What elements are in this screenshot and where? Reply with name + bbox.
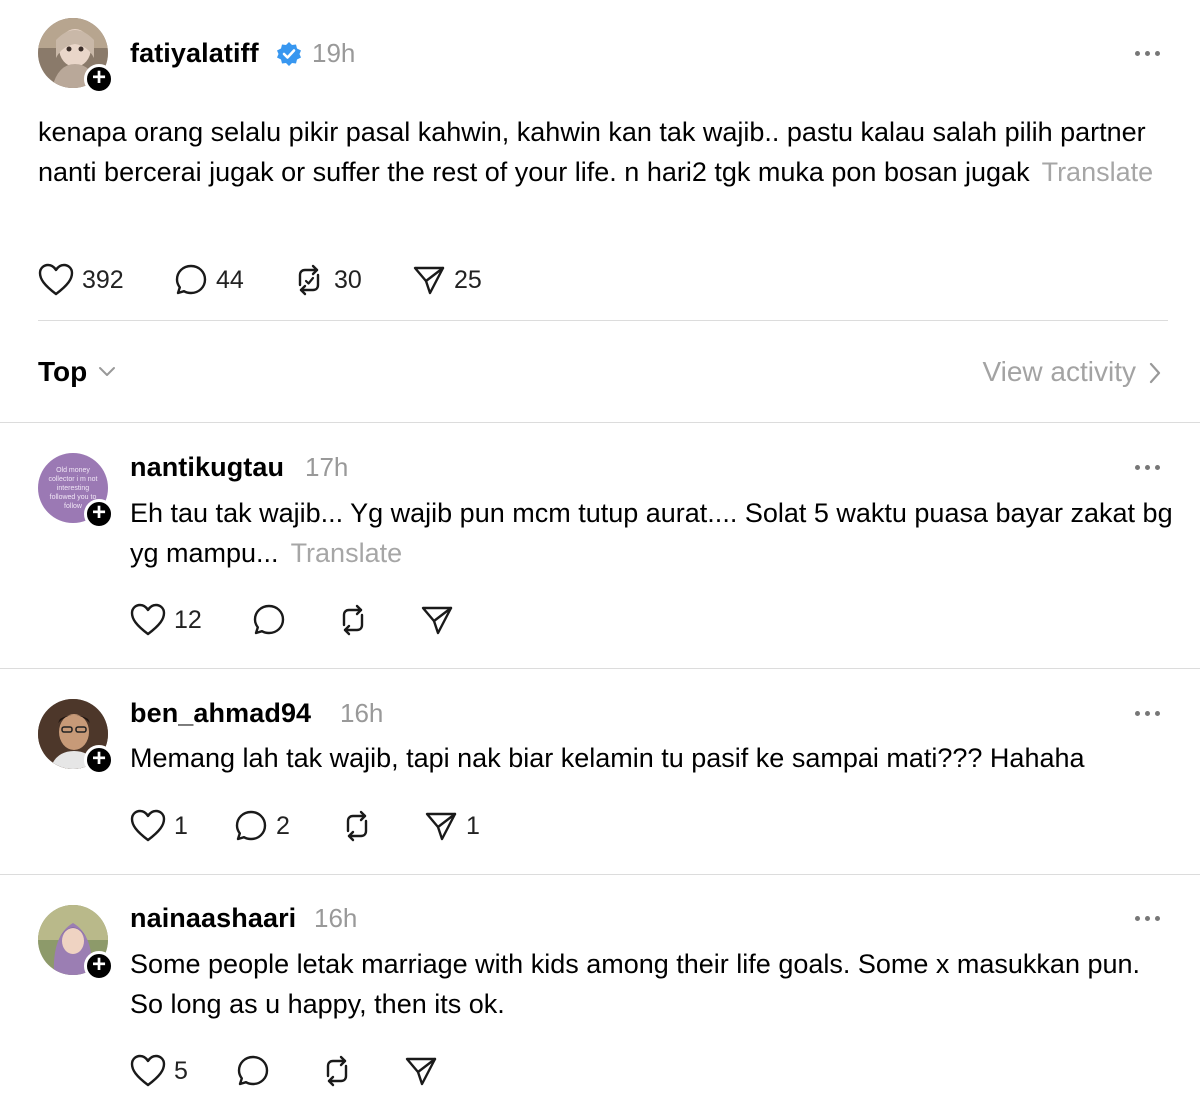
comment-button[interactable]: [236, 1053, 270, 1089]
divider: [0, 668, 1200, 669]
repost-button[interactable]: [340, 808, 374, 844]
post-body: kenapa orang selalu pikir pasal kahwin, …: [38, 112, 1168, 192]
divider: [38, 320, 1168, 321]
more-icon[interactable]: [1135, 462, 1165, 472]
comment-icon: [175, 264, 207, 295]
verified-icon: [277, 42, 301, 66]
like-count: 1: [174, 811, 188, 840]
divider: [0, 422, 1200, 423]
reply-username[interactable]: nantikugtau: [130, 452, 284, 483]
share-icon: [425, 812, 457, 841]
translate-link[interactable]: Translate: [291, 538, 403, 568]
more-icon[interactable]: [1135, 48, 1165, 58]
share-button[interactable]: 1: [424, 808, 480, 844]
share-count: 1: [466, 811, 480, 840]
reply-text: Eh tau tak wajib... Yg wajib pun mcm tut…: [130, 498, 1173, 568]
heart-icon: [130, 603, 166, 636]
share-count: 25: [454, 265, 482, 294]
reply-text: Some people letak marriage with kids amo…: [130, 949, 1141, 1019]
main-post: + fatiyalatiff 19h kenapa orang selalu p…: [0, 0, 1200, 322]
repost-icon: [342, 604, 364, 636]
reply-time: 16h: [340, 698, 384, 728]
chevron-down-icon[interactable]: [98, 366, 116, 378]
reply-time: 16h: [314, 903, 358, 933]
reply-text: Memang lah tak wajib, tapi nak biar kela…: [130, 743, 1085, 773]
follow-plus-icon[interactable]: +: [84, 745, 114, 775]
reply-username[interactable]: ben_ahmad94: [130, 698, 311, 729]
comment-button[interactable]: [252, 602, 286, 638]
reply-username[interactable]: nainaashaari: [130, 903, 296, 934]
heart-icon: [130, 1054, 166, 1087]
reply-avatar[interactable]: +: [38, 699, 114, 775]
like-button[interactable]: 12: [130, 602, 202, 638]
view-activity-link[interactable]: View activity: [982, 356, 1136, 388]
reply-body: Eh tau tak wajib... Yg wajib pun mcm tut…: [130, 493, 1180, 573]
repost-count: 30: [334, 265, 362, 294]
repost-icon: [346, 810, 368, 842]
like-count: 12: [174, 605, 202, 634]
repost-button[interactable]: [320, 1053, 354, 1089]
share-button[interactable]: [404, 1053, 438, 1089]
more-icon[interactable]: [1135, 913, 1165, 923]
share-button[interactable]: [420, 602, 454, 638]
translate-link[interactable]: Translate: [1042, 157, 1154, 187]
reply-avatar[interactable]: Old money collector i m not interesting …: [38, 453, 114, 529]
post-text: kenapa orang selalu pikir pasal kahwin, …: [38, 117, 1146, 187]
comment-button[interactable]: 44: [174, 262, 244, 298]
comment-icon: [237, 1055, 269, 1086]
follow-plus-icon[interactable]: +: [84, 499, 114, 529]
more-icon[interactable]: [1135, 708, 1165, 718]
reply-count: 44: [216, 265, 244, 294]
share-icon: [413, 266, 445, 295]
repost-button[interactable]: [336, 602, 370, 638]
thread-page: + fatiyalatiff 19h kenapa orang selalu p…: [0, 0, 1200, 1107]
share-icon: [421, 606, 453, 635]
divider: [0, 874, 1200, 875]
heart-icon: [130, 809, 166, 842]
share-icon: [405, 1057, 437, 1086]
reply-avatar[interactable]: +: [38, 905, 114, 981]
like-count: 392: [82, 265, 124, 294]
chevron-right-icon[interactable]: [1148, 362, 1162, 384]
repost-icon: [298, 264, 320, 296]
repost-button[interactable]: 30: [292, 262, 362, 298]
like-button[interactable]: 1: [130, 808, 188, 844]
comment-icon: [235, 810, 267, 841]
comment-button[interactable]: 2: [234, 808, 290, 844]
follow-plus-icon[interactable]: +: [84, 64, 114, 94]
like-button[interactable]: 5: [130, 1053, 188, 1089]
follow-plus-icon[interactable]: +: [84, 951, 114, 981]
reply-time: 17h: [305, 452, 349, 482]
post-username[interactable]: fatiyalatiff: [130, 38, 259, 69]
heart-icon: [38, 263, 74, 296]
comment-icon: [253, 604, 285, 635]
reply-count: 2: [276, 811, 290, 840]
repost-icon: [326, 1055, 348, 1087]
post-avatar[interactable]: +: [38, 18, 114, 94]
like-count: 5: [174, 1056, 188, 1085]
sort-dropdown[interactable]: Top: [38, 356, 87, 388]
post-time: 19h: [312, 38, 356, 68]
share-button[interactable]: 25: [412, 262, 482, 298]
like-button[interactable]: 392: [38, 262, 124, 298]
